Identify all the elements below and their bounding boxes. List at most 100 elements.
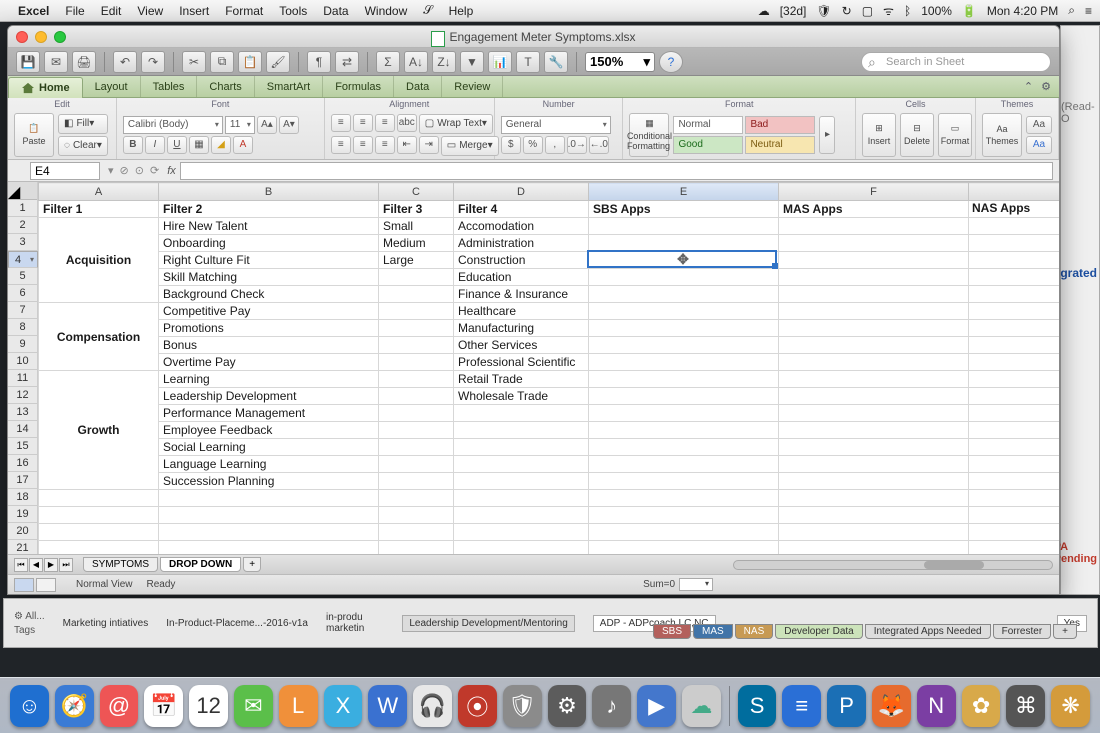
cell[interactable] [379, 286, 454, 303]
cell[interactable]: Wholesale Trade [454, 388, 589, 405]
cell[interactable] [379, 473, 454, 490]
row-header[interactable]: 6 [8, 285, 37, 302]
dock-app-5[interactable]: ✉ [234, 685, 273, 727]
status-clock[interactable]: Mon 4:20 PM [987, 4, 1058, 18]
cell[interactable] [589, 541, 779, 555]
style-gallery-more[interactable]: ▸ [819, 116, 835, 154]
cell[interactable] [454, 405, 589, 422]
cell[interactable] [779, 507, 969, 524]
cell[interactable] [589, 473, 779, 490]
format-cells-button[interactable]: ▭Format [938, 113, 972, 157]
cell[interactable] [454, 439, 589, 456]
cell[interactable] [969, 456, 1060, 473]
row-header[interactable]: 9 [8, 336, 37, 353]
cell[interactable] [779, 524, 969, 541]
window-titlebar[interactable]: Engagement Meter Symptoms.xlsx [8, 26, 1059, 48]
cell[interactable] [379, 371, 454, 388]
cell[interactable] [969, 303, 1060, 320]
sheet-tab-add[interactable]: + [243, 557, 261, 572]
menu-file[interactable]: File [65, 4, 84, 18]
number-format-select[interactable]: General [501, 116, 611, 134]
cell[interactable] [379, 405, 454, 422]
tab-tables[interactable]: Tables [141, 76, 198, 97]
col-header-extra[interactable] [969, 183, 1060, 201]
wrap-text-button[interactable]: ▢ Wrap Text ▾ [419, 114, 493, 134]
dock-app-11[interactable]: 🛡 [503, 685, 542, 727]
tab-formulas[interactable]: Formulas [323, 76, 394, 97]
select-all-corner[interactable]: ◢ [8, 182, 37, 200]
cell[interactable]: Accomodation [454, 218, 589, 235]
cell[interactable] [779, 252, 969, 269]
bg-tab-nas[interactable]: NAS [735, 624, 774, 639]
sheet-tab-symptoms[interactable]: SYMPTOMS [83, 557, 158, 572]
cell[interactable] [969, 218, 1060, 235]
font-size-select[interactable]: 11 [225, 116, 255, 134]
align-middle-button[interactable]: ≡ [353, 114, 373, 132]
cell[interactable] [589, 490, 779, 507]
cell[interactable] [159, 490, 379, 507]
cell[interactable] [969, 286, 1060, 303]
cell[interactable]: Other Services [454, 337, 589, 354]
sheet-tab-dropdown[interactable]: DROP DOWN [160, 557, 241, 572]
cell[interactable] [159, 524, 379, 541]
cell[interactable] [969, 541, 1060, 555]
textbox-icon[interactable]: T [516, 51, 540, 73]
cell[interactable]: Filter 4 [454, 201, 589, 218]
cell[interactable] [969, 269, 1060, 286]
cell[interactable]: Retail Trade [454, 371, 589, 388]
cell[interactable] [589, 388, 779, 405]
dock-app-20[interactable]: N [917, 685, 956, 727]
cell[interactable]: Healthcare [454, 303, 589, 320]
status-wifi-icon[interactable]: ᯤ [883, 2, 894, 19]
finder-item-3[interactable]: in-produ marketin [326, 612, 364, 634]
cell[interactable]: Manufacturing [454, 320, 589, 337]
dock-app-16[interactable]: S [738, 685, 777, 727]
cell[interactable] [589, 439, 779, 456]
col-header-B[interactable]: B [159, 183, 379, 201]
cell[interactable] [589, 354, 779, 371]
paste-icon[interactable]: 📋 [238, 51, 262, 73]
menu-view[interactable]: View [137, 4, 163, 18]
cell[interactable] [379, 422, 454, 439]
row-header[interactable]: 12 [8, 387, 37, 404]
dock-app-18[interactable]: P [827, 685, 866, 727]
status-shield-icon[interactable]: 🛡 [816, 4, 831, 18]
font-name-select[interactable]: Calibri (Body) [123, 116, 223, 134]
col-header-C[interactable]: C [379, 183, 454, 201]
sheet-nav-last-icon[interactable]: ⏭ [59, 558, 73, 572]
cell[interactable] [969, 422, 1060, 439]
cell[interactable] [379, 269, 454, 286]
cell[interactable] [969, 473, 1060, 490]
bg-tab-forrester[interactable]: Forrester [993, 624, 1052, 639]
style-bad[interactable]: Bad [745, 116, 815, 134]
chart-icon[interactable]: 📊 [488, 51, 512, 73]
fx-label[interactable]: fx [167, 165, 176, 177]
undo-icon[interactable]: ↶ [113, 51, 137, 73]
menu-help[interactable]: Help [449, 4, 474, 18]
cell[interactable] [969, 405, 1060, 422]
cell[interactable] [779, 388, 969, 405]
cell[interactable] [39, 541, 159, 555]
row-header[interactable]: 13 [8, 404, 37, 421]
cell[interactable]: Promotions [159, 320, 379, 337]
cell[interactable] [779, 354, 969, 371]
insert-cells-button[interactable]: ⊞Insert [862, 113, 896, 157]
row-header[interactable]: 10 [8, 353, 37, 370]
bg-tab-integrated[interactable]: Integrated Apps Needed [865, 624, 991, 639]
dock-app-9[interactable]: 🎧 [413, 685, 452, 727]
cell[interactable]: Employee Feedback [159, 422, 379, 439]
row-header[interactable]: 7 [8, 302, 37, 319]
orientation-button[interactable]: abc [397, 114, 417, 132]
cell[interactable] [589, 524, 779, 541]
cell[interactable] [779, 235, 969, 252]
cell[interactable]: Construction [454, 252, 589, 269]
view-normal-button[interactable] [14, 578, 34, 592]
cell[interactable]: Language Learning [159, 456, 379, 473]
cell[interactable] [379, 388, 454, 405]
row-header[interactable]: 2 [8, 217, 37, 234]
bg-tab-mas[interactable]: MAS [693, 624, 733, 639]
cell[interactable]: Performance Management [159, 405, 379, 422]
cell[interactable] [379, 439, 454, 456]
cell[interactable] [969, 524, 1060, 541]
row-header[interactable]: 19 [8, 506, 37, 523]
